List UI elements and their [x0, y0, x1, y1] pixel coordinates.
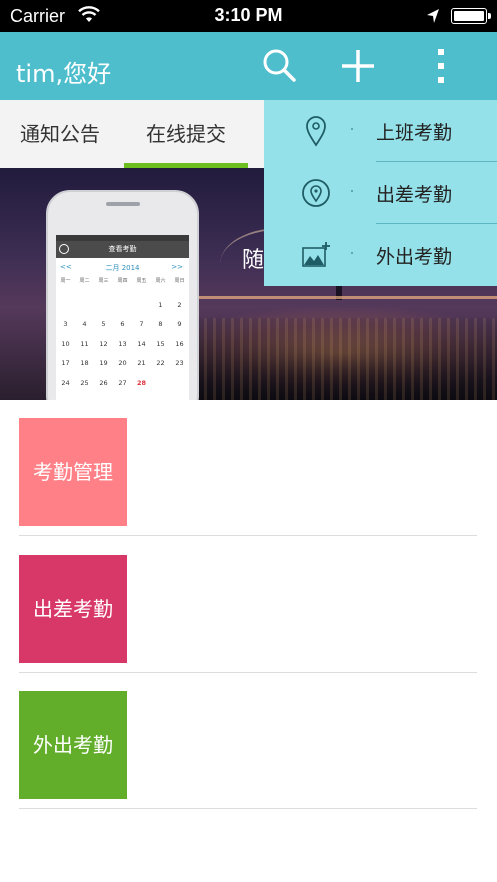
calendar-day: 17: [61, 359, 70, 367]
app-header: tim,您好: [0, 32, 497, 100]
calendar-day: 18: [80, 359, 89, 367]
calendar-week-row: 10 11 12 13 14 15 16: [56, 334, 189, 354]
tile-label: 考勤管理: [33, 460, 113, 484]
calendar-day: 15: [156, 339, 165, 348]
plus-icon: [342, 50, 374, 82]
calendar-day: 2: [177, 300, 182, 309]
calendar-day: 13: [118, 339, 127, 348]
calendar-day: 20: [118, 359, 127, 367]
phone-screen: 查看考勤 << 二月 2014 >> 周一 周二 周三 周四 周五 周六 周日 1 2 3 4 5 6 7…: [56, 235, 189, 400]
list-item: 外出考勤: [19, 691, 477, 827]
calendar-week-row: 17 18 19 20 21 22 23: [56, 353, 189, 373]
calendar-day: 7: [139, 320, 144, 328]
calendar-day: 28: [136, 378, 147, 387]
phone-nav-title: 查看考勤: [108, 245, 137, 253]
tab-online-submit[interactable]: 在线提交: [124, 100, 248, 168]
menu-item-work-attendance[interactable]: 上班考勤: [264, 100, 497, 162]
banner-city-lights: [150, 318, 497, 400]
more-vertical-icon: [438, 49, 444, 83]
list-item: 考勤管理: [19, 418, 477, 554]
list-item: 出差考勤: [19, 555, 477, 691]
tile-outing[interactable]: 外出考勤: [19, 691, 127, 799]
target-pin-icon: [302, 179, 330, 207]
calendar-day: 11: [80, 339, 89, 348]
calendar-week-row: 24 25 26 27 28: [56, 373, 189, 393]
calendar-week-row: 3 4 5 6 7 8 9: [56, 314, 189, 334]
menu-divider-dot: [351, 252, 353, 254]
tab-online-submit-label: 在线提交: [146, 122, 226, 146]
row-divider: [19, 535, 477, 536]
tile-label: 出差考勤: [33, 597, 113, 621]
calendar-day: 25: [80, 378, 89, 387]
calendar-weekday: 周一: [60, 278, 71, 284]
menu-item-business-trip[interactable]: 出差考勤: [264, 162, 497, 224]
calendar-day: 6: [120, 320, 125, 328]
back-icon: [59, 244, 69, 254]
menu-item-outing[interactable]: 外出考勤: [264, 224, 497, 286]
calendar-day: 21: [137, 359, 146, 367]
calendar-day: 24: [61, 378, 70, 387]
location-pin-icon: [306, 116, 326, 147]
calendar-day: 23: [175, 359, 184, 367]
menu-divider-dot: [351, 128, 353, 130]
add-dropdown-menu: 上班考勤 出差考勤 外出考勤: [264, 100, 497, 286]
calendar-weekday: 周日: [174, 278, 185, 284]
calendar-day: 22: [156, 359, 165, 367]
tile-label: 外出考勤: [33, 733, 113, 757]
menu-item-label: 外出考勤: [376, 246, 453, 268]
calendar-day: 27: [118, 378, 127, 387]
clock: 3:10 PM: [214, 5, 283, 25]
calendar-weekday: 周六: [155, 278, 166, 284]
banner-caption: 随: [242, 248, 265, 273]
tile-business-trip[interactable]: 出差考勤: [19, 555, 127, 663]
calendar-weekday: 周三: [98, 278, 109, 284]
calendar-week-row: 12: [56, 295, 189, 315]
tab-notice[interactable]: 通知公告: [20, 100, 100, 168]
bridge-deck: [150, 296, 497, 299]
battery-icon: [451, 8, 491, 24]
calendar-day: 12: [99, 339, 108, 348]
more-menu-button[interactable]: [420, 44, 464, 88]
calendar-day: 4: [82, 320, 87, 328]
calendar-day: 8: [158, 320, 163, 328]
calendar-day: 10: [61, 339, 70, 348]
row-divider: [19, 672, 477, 673]
tab-notice-label: 通知公告: [20, 122, 100, 146]
phone-mockup: 查看考勤 << 二月 2014 >> 周一 周二 周三 周四 周五 周六 周日 1 2 3 4 5 6 7…: [46, 190, 199, 400]
menu-item-label: 上班考勤: [376, 122, 453, 144]
add-button[interactable]: [336, 44, 380, 88]
calendar-grid: 周一 周二 周三 周四 周五 周六 周日 1 2 3 4 5 6 7 8 9 10 11 12 13 14 15 16 17 1…: [56, 275, 189, 392]
calendar-weekday: 周五: [136, 278, 147, 284]
phone-speaker: [106, 202, 140, 206]
add-photo-icon: [302, 242, 330, 267]
calendar-weekday-row: 周一 周二 周三 周四 周五 周六 周日: [56, 275, 189, 295]
search-button[interactable]: [258, 44, 302, 88]
calendar-day: 26: [99, 378, 108, 387]
calendar-next: >>: [171, 263, 183, 271]
phone-nav-bar: 查看考勤: [56, 241, 189, 258]
calendar-weekday: 周二: [79, 278, 90, 284]
calendar-day: 9: [177, 320, 182, 328]
status-bar: Carrier 3:10 PM: [0, 0, 497, 32]
search-icon: [263, 49, 296, 82]
calendar-day: 16: [175, 339, 184, 348]
menu-item-label: 出差考勤: [376, 184, 453, 206]
row-divider: [19, 808, 477, 809]
menu-divider-dot: [351, 190, 353, 192]
calendar-day: 19: [99, 359, 108, 367]
location-arrow-icon: [427, 9, 439, 23]
calendar-month-title: 二月 2014: [105, 264, 140, 272]
calendar-day: 14: [137, 339, 146, 348]
tile-attendance-management[interactable]: 考勤管理: [19, 418, 127, 526]
greeting-title: tim,您好: [16, 60, 112, 88]
calendar-weekday: 周四: [117, 278, 128, 284]
calendar-day: 3: [63, 320, 68, 328]
calendar-day: 1: [158, 300, 163, 309]
calendar-day: 5: [101, 320, 106, 328]
